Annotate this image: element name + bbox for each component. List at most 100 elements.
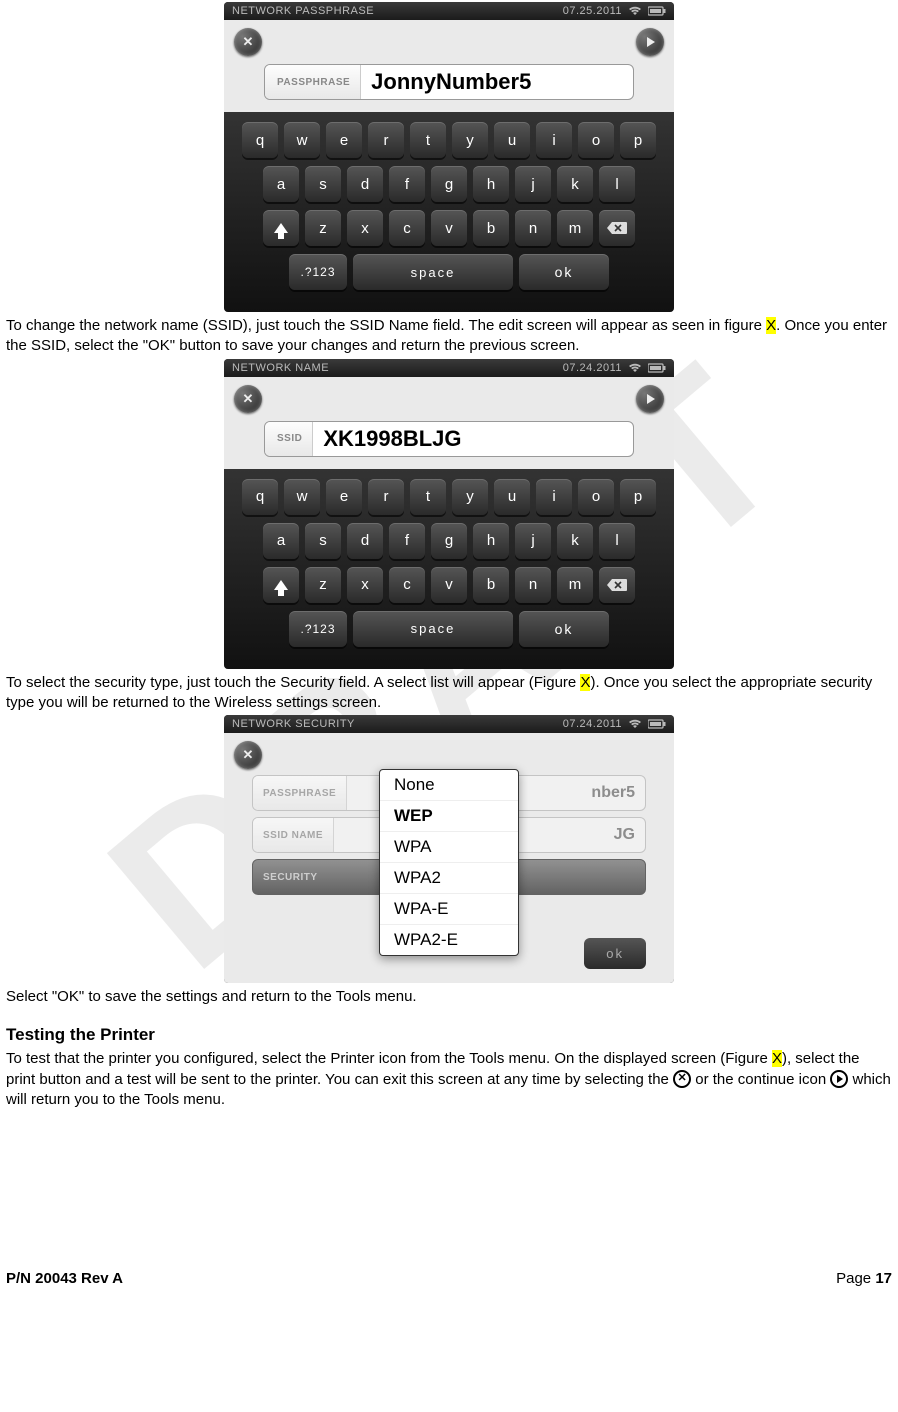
close-icon: ✕: [673, 1070, 691, 1088]
key[interactable]: b: [473, 210, 509, 246]
numbers-key[interactable]: .?123: [289, 611, 347, 647]
battery-icon: [648, 719, 666, 729]
screen-title: NETWORK SECURITY: [232, 718, 355, 730]
security-option[interactable]: None: [380, 770, 518, 801]
battery-icon: [648, 6, 666, 16]
page-number: Page 17: [836, 1270, 892, 1287]
key[interactable]: p: [620, 122, 656, 158]
field-value: XK1998BLJG: [313, 422, 633, 456]
key[interactable]: q: [242, 479, 278, 515]
key[interactable]: q: [242, 122, 278, 158]
key[interactable]: f: [389, 523, 425, 559]
paragraph: To change the network name (SSID), just …: [6, 316, 892, 357]
row-label: SSID NAME: [253, 818, 334, 852]
key[interactable]: y: [452, 479, 488, 515]
key[interactable]: v: [431, 210, 467, 246]
security-select-list: None WEP WPA WPA2 WPA-E WPA2-E: [379, 769, 519, 956]
key[interactable]: h: [473, 166, 509, 202]
key[interactable]: x: [347, 567, 383, 603]
field-label: PASSPHRASE: [265, 65, 361, 99]
security-option[interactable]: WPA-E: [380, 894, 518, 925]
key[interactable]: c: [389, 210, 425, 246]
key[interactable]: j: [515, 523, 551, 559]
wifi-icon: [628, 6, 642, 16]
key[interactable]: e: [326, 122, 362, 158]
key[interactable]: g: [431, 166, 467, 202]
paragraph: Select "OK" to save the settings and ret…: [6, 987, 892, 1007]
key[interactable]: j: [515, 166, 551, 202]
space-key[interactable]: space: [353, 611, 513, 647]
key[interactable]: h: [473, 523, 509, 559]
key[interactable]: b: [473, 567, 509, 603]
passphrase-field[interactable]: PASSPHRASE JonnyNumber5: [264, 64, 634, 100]
next-button[interactable]: [636, 28, 664, 56]
key[interactable]: n: [515, 567, 551, 603]
key[interactable]: t: [410, 479, 446, 515]
key[interactable]: p: [620, 479, 656, 515]
close-button[interactable]: [234, 28, 262, 56]
status-bar: NETWORK PASSPHRASE 07.25.2011: [224, 2, 674, 20]
close-button[interactable]: [234, 741, 262, 769]
key[interactable]: i: [536, 479, 572, 515]
key[interactable]: u: [494, 479, 530, 515]
key[interactable]: a: [263, 166, 299, 202]
key[interactable]: k: [557, 523, 593, 559]
backspace-key[interactable]: [599, 210, 635, 246]
key[interactable]: x: [347, 210, 383, 246]
backspace-key[interactable]: [599, 567, 635, 603]
key[interactable]: o: [578, 479, 614, 515]
key[interactable]: a: [263, 523, 299, 559]
ssid-field[interactable]: SSID XK1998BLJG: [264, 421, 634, 457]
field-label: SSID: [265, 422, 313, 456]
next-button[interactable]: [636, 385, 664, 413]
page-footer: P/N 20043 Rev A Page 17: [6, 1270, 892, 1287]
wifi-icon: [628, 363, 642, 373]
key[interactable]: i: [536, 122, 572, 158]
screen-title: NETWORK NAME: [232, 362, 329, 374]
key[interactable]: d: [347, 523, 383, 559]
key[interactable]: m: [557, 210, 593, 246]
continue-icon: [830, 1070, 848, 1088]
screenshot-ssid: NETWORK NAME 07.24.2011 SSID XK1998BLJG: [224, 359, 674, 669]
key[interactable]: s: [305, 523, 341, 559]
field-value: JonnyNumber5: [361, 65, 633, 99]
key[interactable]: e: [326, 479, 362, 515]
security-option-selected[interactable]: WEP: [380, 801, 518, 832]
ok-key[interactable]: ok: [519, 254, 609, 290]
security-option[interactable]: WPA2-E: [380, 925, 518, 955]
key[interactable]: d: [347, 166, 383, 202]
part-number: P/N 20043 Rev A: [6, 1270, 123, 1287]
key[interactable]: r: [368, 122, 404, 158]
key[interactable]: z: [305, 567, 341, 603]
key[interactable]: z: [305, 210, 341, 246]
status-date: 07.24.2011: [563, 718, 622, 730]
shift-key[interactable]: [263, 210, 299, 246]
security-option[interactable]: WPA: [380, 832, 518, 863]
key[interactable]: l: [599, 523, 635, 559]
wifi-icon: [628, 719, 642, 729]
key[interactable]: m: [557, 567, 593, 603]
key[interactable]: w: [284, 122, 320, 158]
key[interactable]: c: [389, 567, 425, 603]
shift-key[interactable]: [263, 567, 299, 603]
space-key[interactable]: space: [353, 254, 513, 290]
key[interactable]: r: [368, 479, 404, 515]
status-bar: NETWORK NAME 07.24.2011: [224, 359, 674, 377]
ok-button[interactable]: ok: [584, 938, 646, 969]
key[interactable]: k: [557, 166, 593, 202]
key[interactable]: y: [452, 122, 488, 158]
close-button[interactable]: [234, 385, 262, 413]
key[interactable]: t: [410, 122, 446, 158]
ok-key[interactable]: ok: [519, 611, 609, 647]
key[interactable]: f: [389, 166, 425, 202]
key[interactable]: s: [305, 166, 341, 202]
key[interactable]: u: [494, 122, 530, 158]
key[interactable]: g: [431, 523, 467, 559]
key[interactable]: w: [284, 479, 320, 515]
key[interactable]: o: [578, 122, 614, 158]
key[interactable]: v: [431, 567, 467, 603]
security-option[interactable]: WPA2: [380, 863, 518, 894]
numbers-key[interactable]: .?123: [289, 254, 347, 290]
key[interactable]: n: [515, 210, 551, 246]
key[interactable]: l: [599, 166, 635, 202]
